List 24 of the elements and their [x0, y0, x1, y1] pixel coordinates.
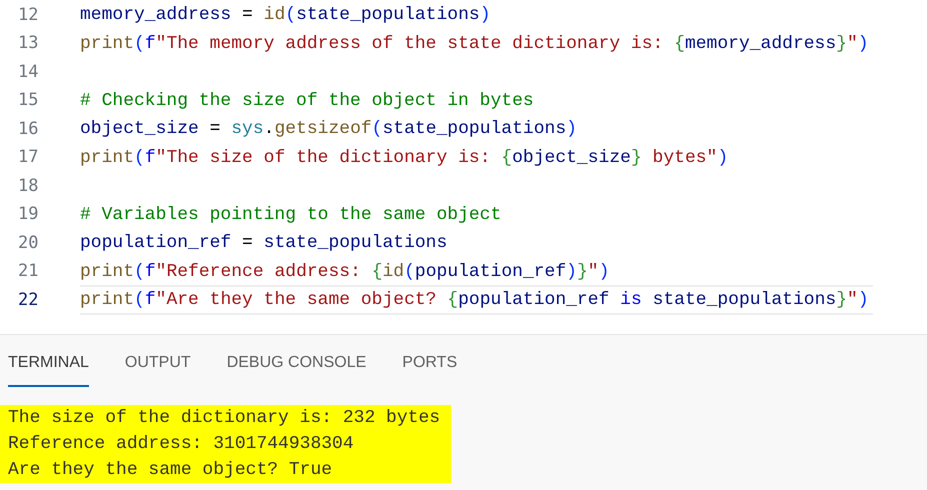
line-number: 17: [17, 146, 40, 169]
code-line: object_size = sys.getsizeof(state_populations): [80, 118, 577, 142]
line-number: 16: [17, 118, 40, 140]
panel-tab[interactable]: OUTPUT: [124, 351, 191, 387]
panel-tab[interactable]: TERMINAL: [8, 351, 89, 387]
code-line: # Checking the size of the object in bytes: [80, 90, 534, 113]
line-number: 13: [17, 32, 40, 55]
line-number: 22: [17, 288, 40, 312]
code-line: print(f"Reference address: {id(population_ref)}"): [80, 260, 610, 284]
line-number: 19: [17, 203, 40, 226]
code-line: print(f"The size of the dictionary is: {object_size} bytes"): [80, 146, 728, 170]
panel-tab[interactable]: DEBUG CONSOLE: [226, 351, 366, 387]
code-line: print(f"Are they the same object? {population_ref is state_populations}"): [80, 285, 873, 316]
code-line: memory_address = id(state_populations): [80, 4, 491, 28]
code-line: print(f"The memory address of the state dictionary is: {memory_address}"): [80, 32, 869, 56]
line-number: 14: [17, 60, 40, 84]
line-number: 18: [17, 174, 40, 198]
line-number: 21: [17, 260, 40, 283]
line-number: 20: [17, 232, 40, 254]
code-line: population_ref = state_populations: [80, 232, 448, 256]
line-number: 15: [17, 89, 40, 112]
code-line: # Variables pointing to the same object: [80, 204, 502, 227]
line-number: 12: [17, 4, 40, 26]
panel-tab[interactable]: PORTS: [402, 351, 458, 387]
